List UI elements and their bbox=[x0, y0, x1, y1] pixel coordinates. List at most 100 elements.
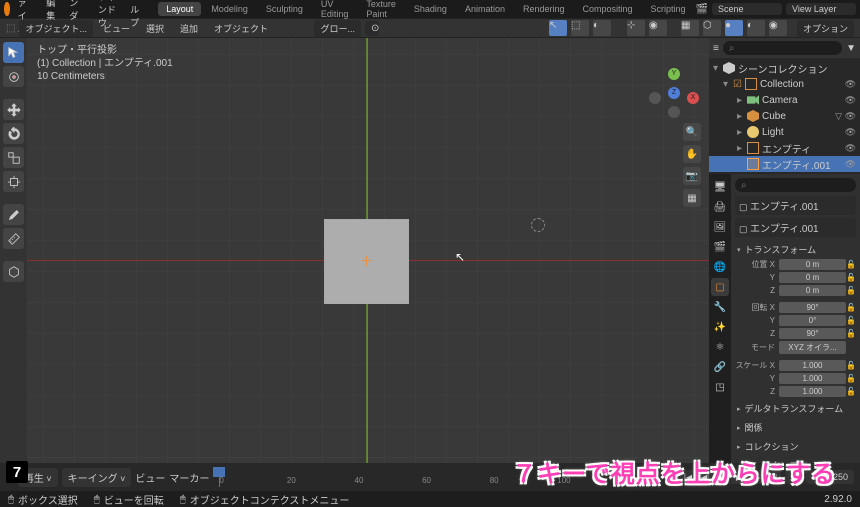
toolbar-left bbox=[0, 38, 27, 469]
orientation-dropdown[interactable]: グロー... bbox=[314, 20, 361, 37]
tool-transform[interactable] bbox=[3, 171, 24, 192]
tool-scale[interactable] bbox=[3, 147, 24, 168]
workspace-tab-compositing[interactable]: Compositing bbox=[575, 2, 641, 16]
tab-modifiers-icon[interactable]: 🔧 bbox=[711, 298, 729, 316]
tool-add-cube[interactable] bbox=[3, 261, 24, 282]
camera-view-icon[interactable]: 📷 bbox=[683, 167, 701, 185]
outliner-cube[interactable]: ▸Cube▽ 👁 bbox=[709, 108, 860, 124]
timeline-view[interactable]: ビュー bbox=[135, 470, 165, 485]
gizmo-y-axis[interactable]: Y bbox=[668, 68, 680, 80]
panel-relations[interactable]: 関係 bbox=[735, 418, 856, 437]
tool-cursor[interactable] bbox=[3, 66, 24, 87]
tab-particles-icon[interactable]: ✨ bbox=[711, 318, 729, 336]
options-dropdown[interactable]: オプション bbox=[797, 20, 854, 37]
properties-search[interactable] bbox=[735, 178, 856, 192]
workspace-tab-animation[interactable]: Animation bbox=[457, 2, 513, 16]
workspace-tab-shading[interactable]: Shading bbox=[406, 2, 455, 16]
outliner-light[interactable]: ▸Light👁 bbox=[709, 124, 860, 140]
location-y[interactable]: 0 m bbox=[779, 272, 846, 283]
tab-viewlayer-icon[interactable]: 🖼 bbox=[711, 218, 729, 236]
workspace-tab-rendering[interactable]: Rendering bbox=[515, 2, 573, 16]
xray-icon[interactable]: ▦ bbox=[681, 20, 699, 36]
tab-scene-icon[interactable]: 🎬 bbox=[711, 238, 729, 256]
object-empty[interactable] bbox=[362, 256, 372, 266]
shading-solid-icon[interactable]: ● bbox=[725, 20, 743, 36]
workspace-tab-scripting[interactable]: Scripting bbox=[643, 2, 694, 16]
tool-annotate[interactable] bbox=[3, 204, 24, 225]
status-context: 🖱 オブジェクトコンテクストメニュー bbox=[180, 492, 350, 507]
snap-icon[interactable]: ⬚ bbox=[571, 20, 589, 36]
outliner-camera[interactable]: ▸Camera👁 bbox=[709, 92, 860, 108]
tab-data-icon[interactable]: ◳ bbox=[711, 378, 729, 396]
outliner-collection[interactable]: ▾☑Collection👁 bbox=[709, 76, 860, 92]
rotation-mode[interactable]: XYZ オイラ... bbox=[779, 341, 846, 354]
breadcrumb[interactable]: ▢ エンプティ.001 bbox=[735, 196, 856, 215]
tool-select-box[interactable] bbox=[3, 42, 24, 63]
pivot-dropdown[interactable]: ⊙ bbox=[365, 21, 379, 36]
location-x[interactable]: 0 m bbox=[779, 259, 846, 270]
workspace-tab-sculpting[interactable]: Sculpting bbox=[258, 2, 311, 16]
outliner-search[interactable] bbox=[723, 41, 842, 55]
status-select: 🖱 ボックス選択 bbox=[8, 492, 78, 507]
annotation-badge: 7 bbox=[6, 461, 28, 483]
tab-constraints-icon[interactable]: 🔗 bbox=[711, 358, 729, 376]
mouse-cursor-icon: ↖ bbox=[455, 250, 465, 264]
tab-physics-icon[interactable]: ⚛ bbox=[711, 338, 729, 356]
tab-output-icon[interactable]: 🖨 bbox=[711, 198, 729, 216]
scale-y[interactable]: 1.000 bbox=[779, 373, 846, 384]
outliner-empty1[interactable]: ▸エンプティ👁 bbox=[709, 140, 860, 156]
annotation-caption: ７キーで視点を上からにする bbox=[512, 454, 836, 489]
rotation-x[interactable]: 90° bbox=[779, 302, 846, 313]
shading-material-icon[interactable]: ◐ bbox=[747, 20, 765, 36]
viewlayer-field[interactable]: View Layer bbox=[786, 3, 856, 15]
pan-icon[interactable]: ✋ bbox=[683, 145, 701, 163]
header-view[interactable]: ビュー bbox=[97, 20, 136, 37]
properties-tabs: 🖥 🖨 🖼 🎬 🌐 ▢ 🔧 ✨ ⚛ 🔗 ◳ bbox=[709, 174, 731, 498]
shading-rendered-icon[interactable]: ◉ bbox=[769, 20, 787, 36]
tool-rotate[interactable] bbox=[3, 123, 24, 144]
header-object[interactable]: オブジェクト bbox=[208, 20, 274, 37]
timeline-marker[interactable]: マーカー bbox=[169, 470, 209, 485]
perspective-toggle-icon[interactable]: ▦ bbox=[683, 189, 701, 207]
outliner-panel: ≡ ▼ ▾シーンコレクション ▾☑Collection👁 ▸Camera👁 ▸C… bbox=[709, 38, 860, 174]
gizmo-z-axis[interactable]: Z bbox=[668, 87, 680, 99]
overlay-toggle-icon[interactable]: ◉ bbox=[649, 20, 667, 36]
workspace-tab-layout[interactable]: Layout bbox=[158, 2, 201, 16]
workspace-tab-uv[interactable]: UV Editing bbox=[313, 0, 357, 21]
shading-wireframe-icon[interactable]: ⬡ bbox=[703, 20, 721, 36]
tool-move[interactable] bbox=[3, 99, 24, 120]
outliner-scene-collection[interactable]: ▾シーンコレクション bbox=[709, 60, 860, 76]
viewport-nav-buttons: 🔍 ✋ 📷 ▦ bbox=[683, 123, 701, 207]
panel-transform[interactable]: トランスフォーム bbox=[735, 240, 856, 259]
gizmo-neg-x[interactable] bbox=[649, 92, 661, 104]
viewport-3d[interactable]: トップ・平行投影 (1) Collection | エンプティ.001 10 C… bbox=[27, 38, 709, 469]
location-z[interactable]: 0 m bbox=[779, 285, 846, 296]
scale-x[interactable]: 1.000 bbox=[779, 360, 846, 371]
tool-measure[interactable] bbox=[3, 228, 24, 249]
scale-z[interactable]: 1.000 bbox=[779, 386, 846, 397]
proportional-icon[interactable]: ◐ bbox=[593, 20, 611, 36]
timeline-keying[interactable]: キーイング ˅ bbox=[62, 468, 132, 487]
panel-delta[interactable]: デルタトランスフォーム bbox=[735, 399, 856, 418]
gizmo-toggle-icon[interactable]: ⊹ bbox=[627, 20, 645, 36]
zoom-icon[interactable]: 🔍 bbox=[683, 123, 701, 141]
header-add[interactable]: 追加 bbox=[174, 20, 204, 37]
nav-gizmo[interactable]: Y X Z bbox=[649, 68, 699, 118]
select-mode-icon[interactable]: ↖ bbox=[549, 20, 567, 36]
tab-render-icon[interactable]: 🖥 bbox=[711, 178, 729, 196]
gizmo-neg-y[interactable] bbox=[668, 106, 680, 118]
outliner-empty2[interactable]: エンプティ.001👁 bbox=[709, 156, 860, 172]
rotation-z[interactable]: 90° bbox=[779, 328, 846, 339]
gizmo-x-axis[interactable]: X bbox=[687, 92, 699, 104]
rotation-y[interactable]: 0° bbox=[779, 315, 846, 326]
header-select[interactable]: 選択 bbox=[140, 20, 170, 37]
scene-name-field[interactable]: Scene bbox=[712, 3, 782, 15]
object-name-field[interactable]: ▢ エンプティ.001 bbox=[735, 218, 856, 237]
filter-icon[interactable]: ▼ bbox=[846, 43, 856, 54]
tab-object-icon[interactable]: ▢ bbox=[711, 278, 729, 296]
mode-selector[interactable]: オブジェクト... bbox=[19, 20, 93, 37]
tab-world-icon[interactable]: 🌐 bbox=[711, 258, 729, 276]
workspace-tab-texture[interactable]: Texture Paint bbox=[358, 0, 404, 21]
workspace-tab-modeling[interactable]: Modeling bbox=[203, 2, 256, 16]
outliner-type-icon[interactable]: ≡ bbox=[713, 43, 719, 54]
